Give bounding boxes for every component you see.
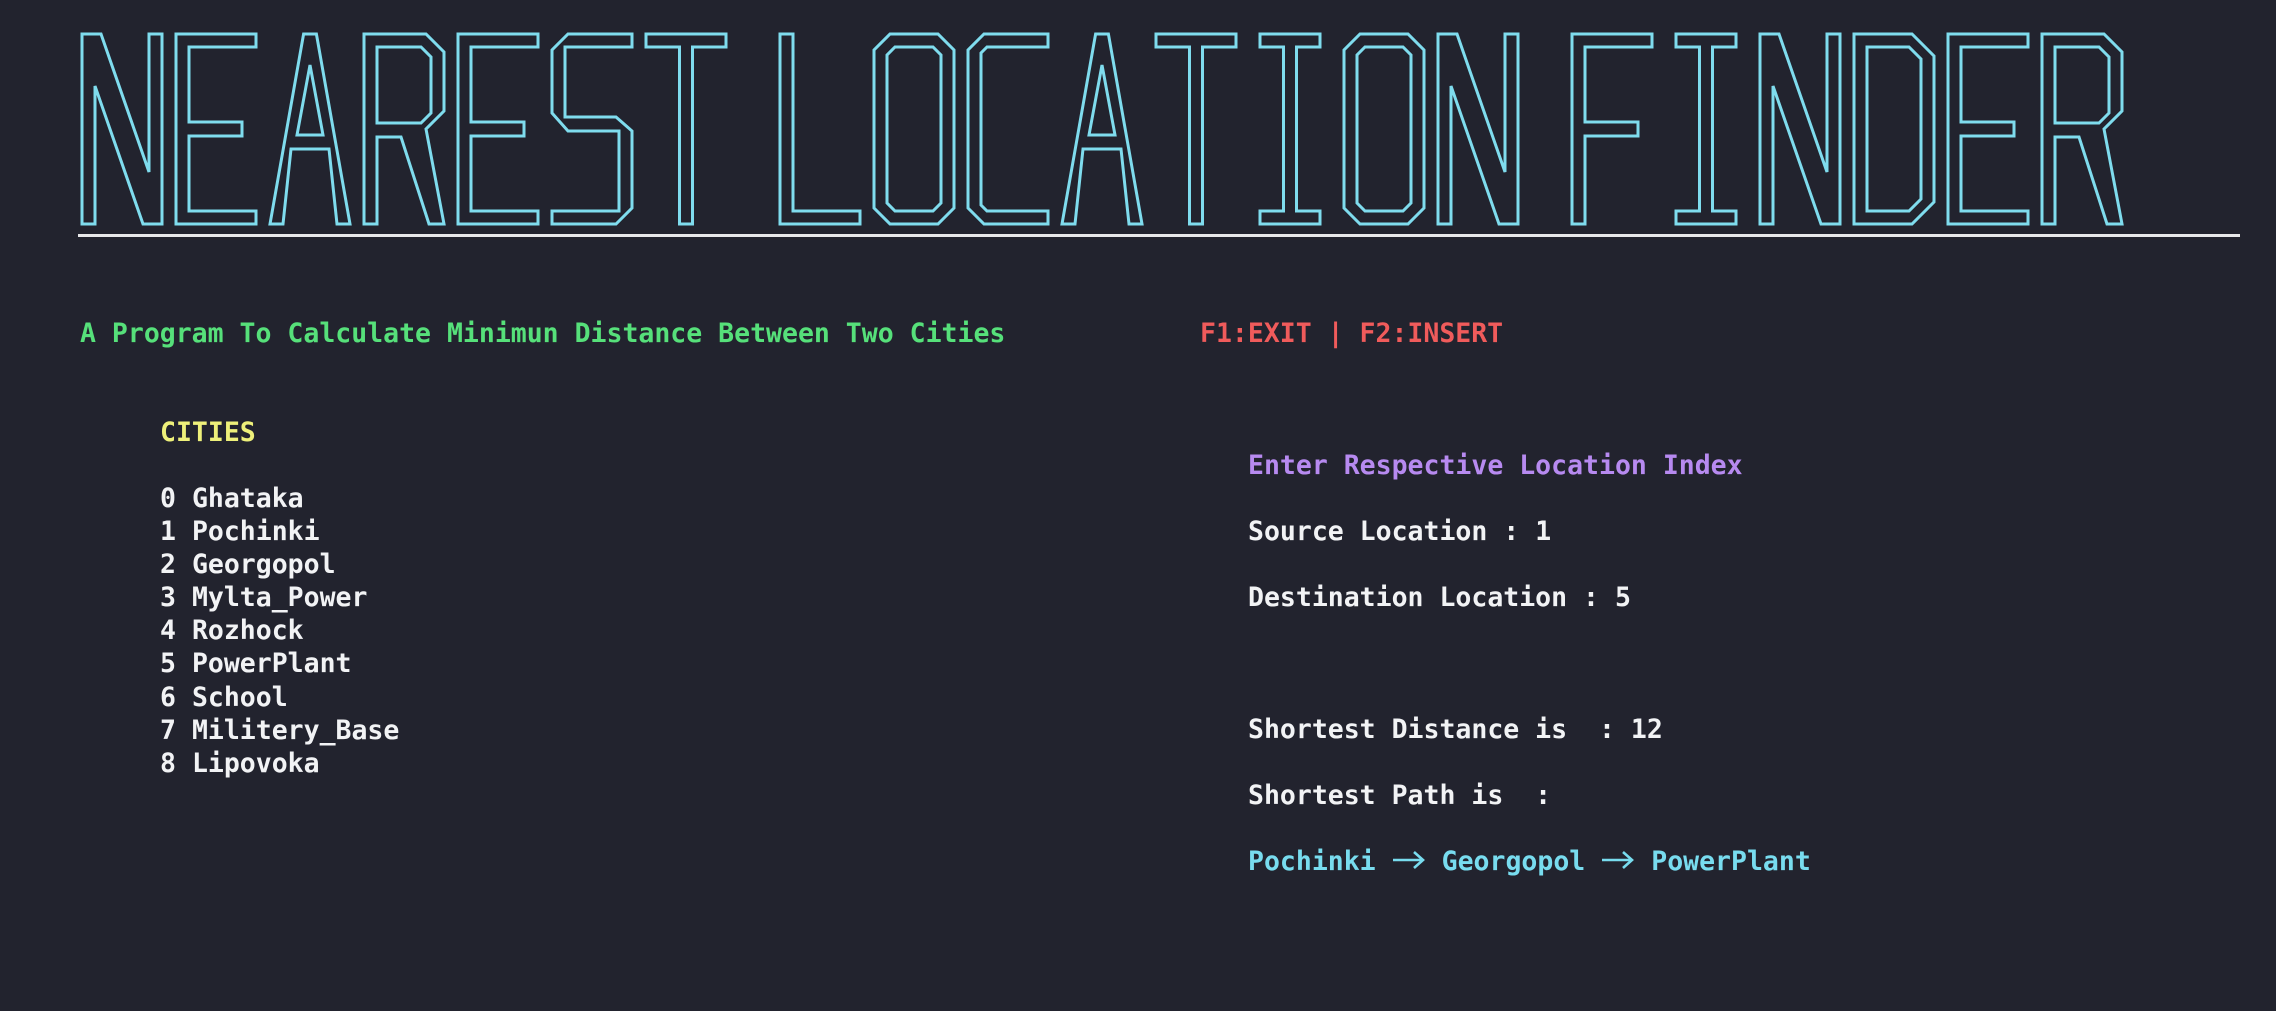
path-city: Georgopol (1441, 846, 1586, 877)
shortest-distance-value: 12 (1630, 714, 1663, 745)
function-key-hints: F1:EXIT | F2:INSERT (1200, 318, 1504, 349)
city-list-item: 8 Lipovoka (160, 747, 399, 780)
ascii-glyph-stroke (174, 32, 258, 226)
city-index: 6 (160, 681, 176, 713)
city-name: Ghataka (191, 483, 304, 514)
city-name: Pochinki (191, 516, 320, 548)
city-name: Lipovoka (191, 747, 320, 779)
long-right-arrow-icon (1601, 845, 1635, 878)
ascii-glyph-stroke (456, 32, 540, 226)
source-location-field[interactable]: Source Location : 1 (1248, 515, 1551, 548)
ascii-title-glyphs (80, 32, 2124, 226)
ascii-glyph-stroke (1674, 32, 1738, 226)
city-index: 5 (160, 648, 176, 680)
city-name: Georgopol (191, 549, 336, 581)
cities-heading: CITIES (160, 417, 256, 448)
ascii-glyph-stroke (1258, 32, 1322, 226)
ascii-glyph-stroke (885, 45, 943, 213)
ascii-glyph-stroke (1060, 32, 1144, 226)
city-index: 4 (160, 615, 176, 647)
city-list-item: 1 Pochinki (160, 515, 399, 548)
ascii-glyph-stroke (268, 32, 352, 226)
city-list-item: 4 Rozhock (160, 614, 399, 647)
shortest-distance-result: Shortest Distance is : 12 (1248, 713, 1663, 746)
destination-location-field[interactable]: Destination Location : 5 (1248, 581, 1631, 614)
city-index: 1 (160, 516, 176, 548)
city-name: School (191, 681, 288, 713)
ascii-glyph-stroke (550, 32, 634, 226)
ascii-glyph-stroke (80, 32, 164, 226)
ascii-glyph-stroke (1436, 32, 1520, 226)
city-index: 0 (160, 483, 176, 514)
ascii-glyph-stroke (1570, 32, 1654, 226)
city-list-item: 0 Ghataka (160, 482, 399, 515)
ascii-title-banner: NEAREST LOCATION FINDER (78, 14, 2276, 240)
ascii-glyph-stroke (1946, 32, 2030, 226)
ascii-glyph-stroke (1865, 45, 1923, 213)
destination-location-value[interactable]: 5 (1615, 582, 1631, 613)
source-location-value[interactable]: 1 (1535, 516, 1551, 547)
ascii-glyph-stroke (2053, 45, 2111, 125)
ascii-glyph-stroke (1758, 32, 1842, 226)
ascii-glyph-stroke (778, 32, 862, 226)
long-right-arrow-icon (1392, 845, 1426, 878)
path-city: PowerPlant (1651, 846, 1811, 877)
ascii-glyph-stroke (1087, 64, 1117, 137)
city-list-item: 6 School (160, 681, 399, 714)
city-name: Militery_Base (191, 714, 400, 746)
shortest-path-label: Shortest Path is : (1248, 780, 1552, 811)
city-list-item: 7 Militery_Base (160, 714, 399, 747)
city-index: 7 (160, 714, 176, 746)
city-list-item: 2 Georgopol (160, 548, 399, 581)
shortest-path-result: Pochinki Georgopol PowerPlant (1248, 845, 1811, 878)
city-list-item: 5 PowerPlant (160, 647, 399, 680)
city-list: 0 Ghataka 1 Pochinki 2 Georgopol 3 Mylta_Po… (160, 482, 399, 780)
city-name: Rozhock (191, 615, 304, 647)
city-list-item: 3 Mylta_Power (160, 581, 399, 614)
source-location-label: Source Location : (1248, 516, 1536, 547)
ascii-glyph-stroke (1154, 32, 1238, 226)
input-prompt: Enter Respective Location Index (1248, 450, 1743, 481)
path-city: Pochinki (1248, 846, 1376, 877)
city-index: 2 (160, 549, 176, 581)
title-underline (78, 234, 2240, 237)
ascii-glyph-stroke (1355, 45, 1413, 213)
city-index: 3 (160, 582, 176, 614)
ascii-glyph-stroke (295, 64, 325, 137)
ascii-glyph-stroke (966, 32, 1050, 226)
ascii-title-art (80, 32, 2124, 226)
ascii-title-text: NEAREST LOCATION FINDER (78, 240, 79, 241)
city-name: PowerPlant (191, 648, 352, 680)
city-index: 8 (160, 747, 176, 779)
shortest-distance-label: Shortest Distance is : (1248, 714, 1631, 745)
program-subtitle: A Program To Calculate Minimun Distance … (80, 318, 1006, 349)
ascii-glyph-stroke (644, 32, 728, 226)
city-name: Mylta_Power (191, 582, 368, 614)
ascii-glyph-stroke (375, 45, 433, 125)
destination-location-label: Destination Location : (1248, 582, 1615, 613)
